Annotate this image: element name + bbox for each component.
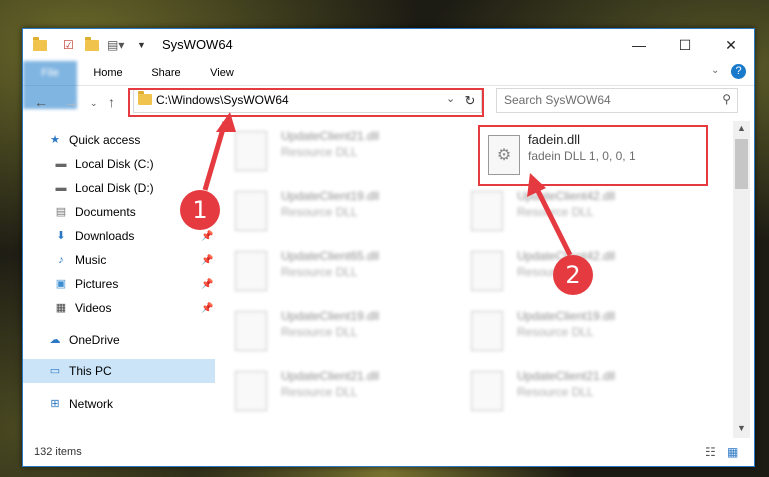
- step-marker-1: 1: [180, 190, 220, 230]
- arrow-1-line: [202, 121, 228, 191]
- annotation-arrows: [202, 112, 573, 257]
- arrow-1-head: [216, 112, 236, 132]
- step-marker-2: 2: [553, 255, 593, 295]
- arrow-2-line: [532, 183, 573, 257]
